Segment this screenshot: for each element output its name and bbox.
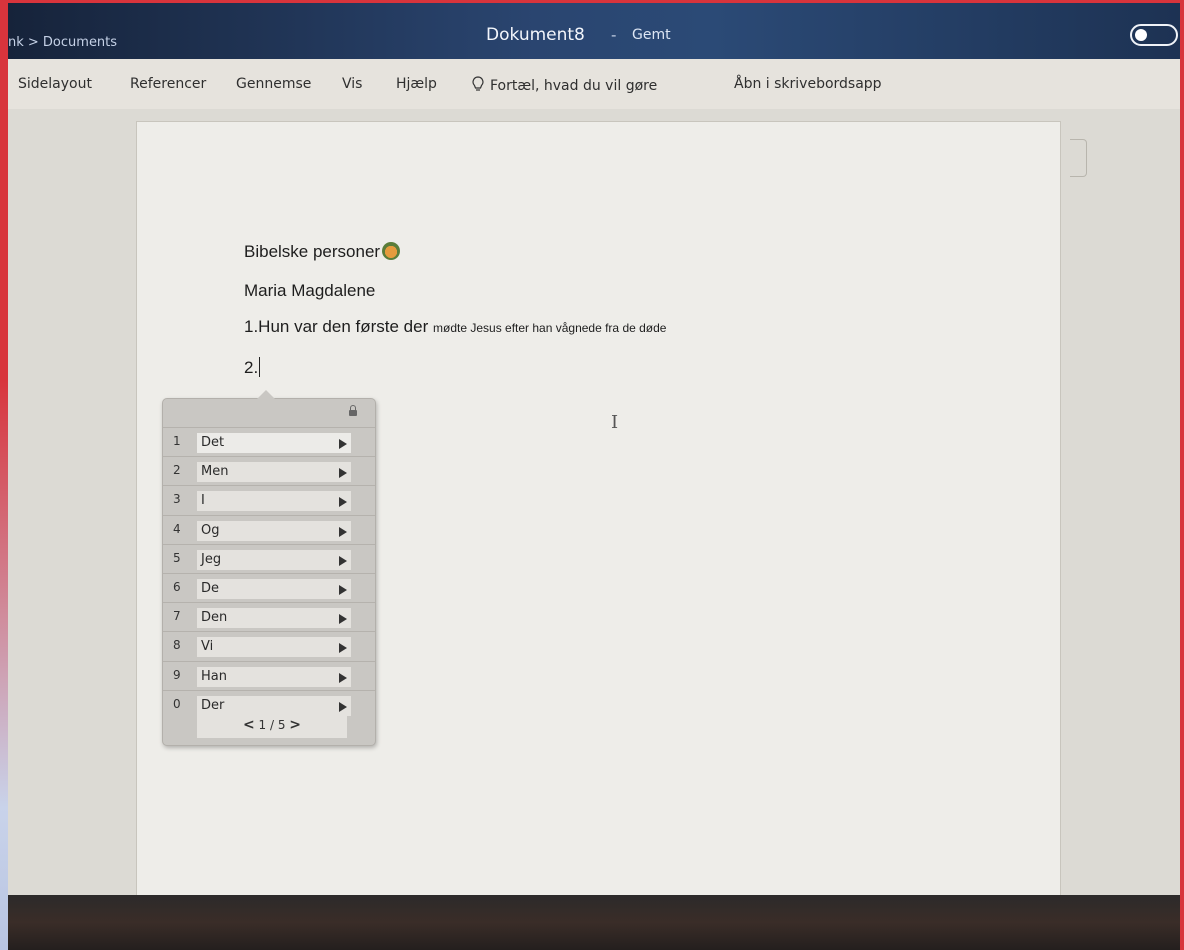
candidate-word[interactable]: I bbox=[197, 491, 351, 512]
doc-list-item-1[interactable]: 1.Hun var den første der mødte Jesus eft… bbox=[244, 317, 666, 337]
candidate-row[interactable]: 2 Men bbox=[163, 456, 375, 485]
ime-candidate-popup: 1 Det 2 Men 3 I 4 Og 5 Jeg 6 De 7 Den 8 Vi 9 Han 0 Der < 1 … bbox=[162, 390, 376, 746]
candidate-word[interactable]: Han bbox=[197, 666, 351, 687]
open-desktop-app-button[interactable]: Åbn i skrivebordsapp bbox=[734, 76, 882, 92]
candidate-number: 3 bbox=[173, 492, 181, 507]
candidate-row[interactable]: 9 Han bbox=[163, 660, 375, 690]
tab-hjaelp[interactable]: Hjælp bbox=[396, 76, 437, 92]
candidate-number: 9 bbox=[173, 667, 181, 682]
candidate-word[interactable]: De bbox=[197, 578, 351, 599]
breadcrumb[interactable]: nk > Documents bbox=[8, 35, 117, 50]
heading-text: Bibelske personer bbox=[244, 242, 381, 261]
list-item-2-number: 2. bbox=[244, 358, 259, 377]
pager-prev-icon[interactable]: < bbox=[243, 717, 255, 733]
play-arrow-icon[interactable] bbox=[339, 672, 347, 683]
popup-header bbox=[163, 399, 375, 427]
candidate-word[interactable]: Det bbox=[197, 433, 351, 453]
candidate-pager: < 1 / 5 > bbox=[197, 712, 347, 738]
document-title[interactable]: Dokument8 bbox=[486, 25, 585, 45]
play-arrow-icon[interactable] bbox=[339, 555, 347, 566]
text-caret bbox=[259, 357, 261, 377]
candidate-list: 1 Det 2 Men 3 I 4 Og 5 Jeg 6 De 7 Den 8 Vi 9 Han 0 Der bbox=[163, 427, 375, 719]
photo-frame-right bbox=[1180, 0, 1184, 950]
mode-toggle[interactable] bbox=[1130, 24, 1178, 46]
candidate-word[interactable]: Den bbox=[197, 608, 351, 629]
bottom-bezel bbox=[8, 895, 1180, 950]
play-arrow-icon[interactable] bbox=[339, 497, 347, 508]
list-item-1-small-text: mødte Jesus efter han vågnede fra de død… bbox=[433, 321, 667, 335]
pager-next-icon[interactable]: > bbox=[289, 717, 301, 733]
candidate-row[interactable]: 6 De bbox=[163, 572, 375, 602]
candidate-number: 0 bbox=[173, 696, 181, 711]
candidate-row[interactable]: 4 Og bbox=[163, 514, 375, 544]
candidate-row[interactable]: 8 Vi bbox=[163, 631, 375, 660]
tab-referencer[interactable]: Referencer bbox=[130, 76, 206, 92]
candidate-row[interactable]: 5 Jeg bbox=[163, 543, 375, 573]
play-arrow-icon[interactable] bbox=[339, 614, 347, 625]
ibeam-cursor-icon: I bbox=[611, 412, 619, 433]
list-item-1-large-text: 1.Hun var den første der bbox=[244, 317, 429, 336]
tell-me-search[interactable]: Fortæl, hvad du vil gøre bbox=[472, 76, 657, 94]
title-bar: nk > Documents Dokument8 - Gemt bbox=[8, 3, 1180, 59]
candidate-number: 1 bbox=[173, 434, 181, 448]
play-arrow-icon[interactable] bbox=[339, 439, 347, 449]
lock-icon[interactable] bbox=[349, 405, 357, 416]
person-emoji-icon bbox=[382, 242, 401, 260]
lightbulb-icon bbox=[472, 76, 484, 91]
candidate-word[interactable]: Vi bbox=[197, 637, 351, 658]
candidate-number: 8 bbox=[173, 638, 181, 653]
candidate-row[interactable]: 7 Den bbox=[163, 602, 375, 631]
toggle-knob bbox=[1135, 29, 1147, 41]
tab-gennemse[interactable]: Gennemse bbox=[236, 76, 311, 92]
tab-vis[interactable]: Vis bbox=[342, 76, 362, 92]
save-status: Gemt bbox=[632, 27, 671, 43]
candidate-row[interactable]: 3I bbox=[163, 485, 375, 514]
play-arrow-icon[interactable] bbox=[339, 526, 347, 537]
candidate-row[interactable]: 1 Det bbox=[163, 427, 375, 456]
doc-subheading[interactable]: Maria Magdalene bbox=[244, 281, 375, 301]
title-separator: - bbox=[611, 26, 617, 44]
candidate-number: 7 bbox=[173, 609, 181, 624]
pager-label: 1 / 5 bbox=[258, 718, 286, 732]
play-arrow-icon[interactable] bbox=[339, 701, 347, 712]
candidate-number: 6 bbox=[173, 579, 181, 594]
candidate-word[interactable]: Jeg bbox=[197, 549, 351, 570]
candidate-number: 2 bbox=[173, 463, 181, 478]
popup-pointer bbox=[257, 390, 275, 399]
photo-frame-left bbox=[0, 0, 8, 950]
doc-list-item-2[interactable]: 2. bbox=[244, 357, 261, 378]
play-arrow-icon[interactable] bbox=[339, 643, 347, 654]
candidate-number: 5 bbox=[173, 550, 181, 565]
tell-me-label: Fortæl, hvad du vil gøre bbox=[490, 78, 658, 94]
candidate-word[interactable]: Men bbox=[197, 462, 351, 483]
tab-sidelayout[interactable]: Sidelayout bbox=[18, 76, 92, 92]
candidate-word[interactable]: Og bbox=[197, 520, 351, 541]
play-arrow-icon[interactable] bbox=[339, 584, 347, 595]
ribbon-tabs: Sidelayout Referencer Gennemse Vis Hjælp… bbox=[8, 59, 1180, 110]
candidate-number: 4 bbox=[173, 521, 181, 536]
page-side-tab[interactable] bbox=[1070, 139, 1087, 177]
play-arrow-icon[interactable] bbox=[339, 468, 347, 479]
doc-heading[interactable]: Bibelske personer bbox=[244, 242, 401, 262]
